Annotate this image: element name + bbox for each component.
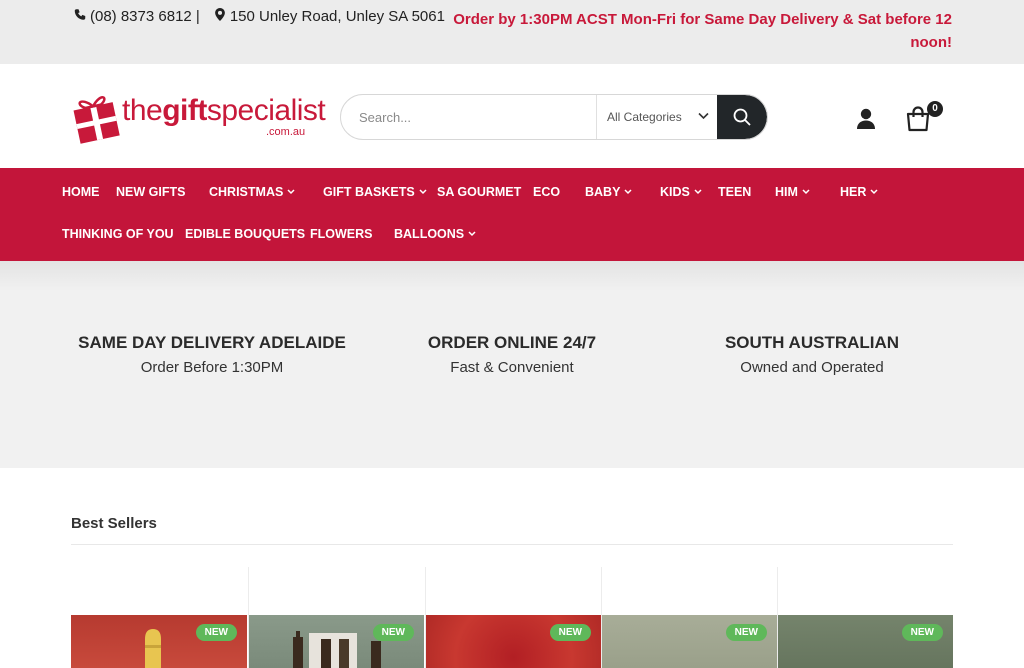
product-image[interactable]	[426, 615, 601, 668]
product-image[interactable]	[602, 615, 777, 668]
user-icon	[857, 108, 875, 129]
nav-item-label: NEW GIFTS	[116, 185, 186, 199]
nav-item-label: GIFT BASKETS	[323, 185, 415, 199]
map-pin-icon	[214, 8, 226, 25]
new-badge: NEW	[372, 624, 414, 641]
feature-subtitle: Fast & Convenient	[450, 359, 574, 376]
feature-same-day-delivery: SAME DAY DELIVERY ADELAIDE Order Before …	[62, 333, 362, 376]
nav-item-label: SA GOURMET	[437, 185, 522, 199]
best-sellers-carousel: NEW NEW NEW NEW NEW	[71, 567, 953, 668]
gift-box-icon	[73, 96, 120, 144]
contact-info: (08) 8373 6812 | 150 Unley Road, Unley S…	[74, 8, 445, 25]
chevron-down-icon	[694, 189, 702, 195]
search-input[interactable]	[341, 95, 596, 139]
nav-item-eco[interactable]: ECO	[533, 185, 560, 199]
nav-item-label: TEEN	[718, 185, 752, 199]
product-card[interactable]: NEW	[71, 567, 247, 668]
search-button[interactable]	[717, 95, 767, 139]
nav-item-label: EDIBLE BOUQUETS	[185, 227, 306, 241]
store-address: 150 Unley Road, Unley SA 5061	[229, 8, 445, 25]
feature-title: ORDER ONLINE 24/7	[427, 333, 597, 352]
nav-shadow	[0, 261, 1024, 291]
nav-item-him[interactable]: HIM	[775, 185, 810, 199]
nav-item-label: KIDS	[660, 185, 690, 199]
nav-item-label: THINKING OF YOU	[62, 227, 174, 241]
nav-item-edible-bouquets[interactable]: EDIBLE BOUQUETS	[185, 227, 305, 241]
brand-domain: .com.au	[266, 126, 306, 138]
product-card[interactable]: NEW	[601, 567, 777, 668]
nav-item-home[interactable]: HOME	[62, 185, 100, 199]
nav-item-new-gifts[interactable]: NEW GIFTS	[116, 185, 185, 199]
nav-item-flowers[interactable]: FLOWERS	[310, 227, 373, 241]
feature-south-australian: SOUTH AUSTRALIAN Owned and Operated	[662, 333, 962, 376]
product-card[interactable]: NEW	[425, 567, 601, 668]
chevron-down-icon	[624, 189, 632, 195]
nav-item-label: HIM	[775, 185, 798, 199]
feature-title: SAME DAY DELIVERY ADELAIDE	[78, 333, 346, 352]
cart-button[interactable]: 0	[904, 101, 944, 133]
nav-item-christmas[interactable]: CHRISTMAS	[209, 185, 295, 199]
product-photo	[145, 629, 161, 668]
chevron-down-icon	[287, 189, 295, 195]
product-card[interactable]: NEW	[248, 567, 424, 668]
new-badge: NEW	[549, 624, 591, 641]
product-photo	[293, 631, 381, 668]
search-icon	[733, 108, 751, 126]
feature-subtitle: Order Before 1:30PM	[140, 359, 284, 376]
delivery-promo: Order by 1:30PM ACST Mon-Fri for Same Da…	[453, 11, 952, 51]
chevron-down-icon	[870, 189, 878, 195]
chevron-down-icon	[802, 189, 810, 195]
nav-item-label: BALLOONS	[394, 227, 465, 241]
chevron-down-icon	[698, 112, 709, 120]
features-banner: SAME DAY DELIVERY ADELAIDE Order Before …	[0, 261, 1024, 468]
new-badge: NEW	[901, 624, 943, 641]
nav-item-gift-baskets[interactable]: GIFT BASKETS	[323, 185, 427, 199]
category-select-value: All Categories	[607, 110, 682, 124]
nav-item-teen[interactable]: TEEN	[718, 185, 751, 199]
feature-title: SOUTH AUSTRALIAN	[724, 333, 900, 352]
nav-item-label: HER	[840, 185, 867, 199]
search-bar: All Categories	[340, 94, 768, 140]
cart-count-badge: 0	[927, 101, 943, 117]
feature-order-online: ORDER ONLINE 24/7 Fast & Convenient	[362, 333, 662, 376]
best-sellers-heading: Best Sellers	[71, 515, 157, 532]
brand-name: thegiftspecialist	[122, 94, 326, 128]
chevron-down-icon	[468, 231, 476, 237]
phone-icon	[74, 8, 86, 25]
nav-item-label: BABY	[585, 185, 621, 199]
nav-item-baby[interactable]: BABY	[585, 185, 632, 199]
nav-item-balloons[interactable]: BALLOONS	[394, 227, 476, 241]
nav-item-label: ECO	[533, 185, 561, 199]
nav-item-label: FLOWERS	[310, 227, 373, 241]
brand-name-bold: gift	[162, 94, 207, 127]
nav-item-thinking-of-you[interactable]: THINKING OF YOU	[62, 227, 174, 241]
brand-name-post: specialist	[206, 94, 326, 127]
product-image[interactable]	[71, 615, 247, 668]
nav-item-sa-gourmet[interactable]: SA GOURMET	[437, 185, 521, 199]
product-image[interactable]	[778, 615, 953, 668]
main-nav: HOME NEW GIFTS CHRISTMAS GIFT BASKETS SA…	[0, 168, 1024, 261]
brand-name-pre: the	[122, 94, 163, 127]
new-badge: NEW	[195, 624, 237, 641]
top-bar: (08) 8373 6812 | 150 Unley Road, Unley S…	[0, 0, 1024, 64]
product-image[interactable]	[249, 615, 424, 668]
chevron-down-icon	[419, 189, 427, 195]
new-badge: NEW	[725, 624, 767, 641]
category-select[interactable]: All Categories	[596, 95, 719, 139]
nav-item-label: HOME	[62, 185, 100, 199]
product-card[interactable]: NEW	[777, 567, 953, 668]
nav-item-her[interactable]: HER	[840, 185, 878, 199]
nav-item-kids[interactable]: KIDS	[660, 185, 702, 199]
nav-item-label: CHRISTMAS	[209, 185, 284, 199]
feature-subtitle: Owned and Operated	[740, 359, 884, 376]
section-divider	[71, 544, 953, 545]
site-logo[interactable]: thegiftspecialist .com.au	[70, 92, 326, 144]
phone-number[interactable]: (08) 8373 6812 |	[90, 8, 200, 25]
account-button[interactable]	[856, 108, 876, 135]
